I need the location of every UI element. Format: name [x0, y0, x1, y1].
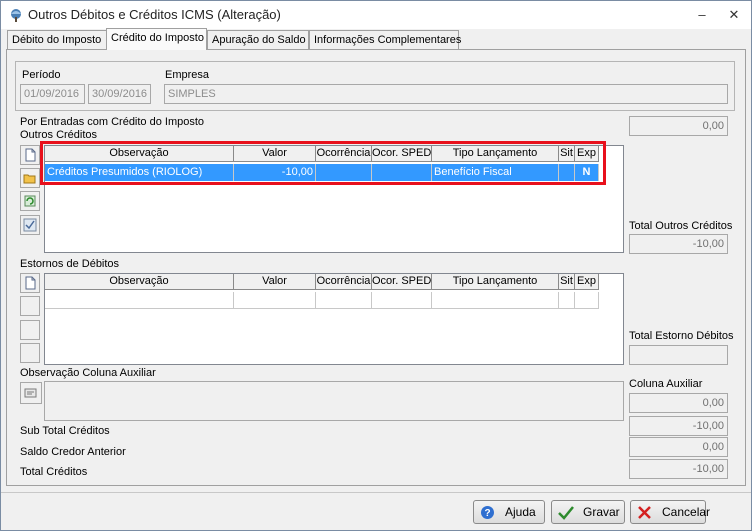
periodo-label: Período — [22, 69, 61, 81]
app-icon — [8, 7, 24, 23]
total-estorno-debitos-value — [629, 345, 728, 365]
red-highlight-box — [40, 141, 606, 185]
total-creditos-label: Total Créditos — [20, 466, 88, 478]
empty-cell[interactable] — [316, 292, 372, 309]
empresa-field[interactable]: SIMPLES — [164, 84, 728, 104]
new-document-icon — [25, 148, 36, 162]
sub-total-value: -10,00 — [629, 416, 728, 436]
ajuda-button[interactable]: ? Ajuda — [473, 500, 545, 524]
empresa-label: Empresa — [165, 69, 210, 81]
tab-credito-imposto[interactable]: Crédito do Imposto — [106, 28, 207, 50]
total-estorno-debitos-label: Total Estorno Débitos — [629, 330, 734, 342]
periodo-fim-field[interactable]: 30/09/2016 — [88, 84, 151, 104]
estorno-confirm-button[interactable] — [20, 343, 40, 363]
help-icon: ? — [480, 505, 495, 527]
col-header-ocor-sped[interactable]: Ocor. SPED — [372, 274, 432, 290]
por-entradas-value: 0,00 — [629, 116, 728, 136]
sub-total-label: Sub Total Créditos — [20, 425, 110, 437]
checkbox-icon — [23, 218, 37, 232]
folder-icon — [23, 174, 36, 184]
estorno-new-button[interactable] — [20, 273, 40, 293]
empty-cell[interactable] — [372, 292, 432, 309]
empty-cell[interactable] — [432, 292, 559, 309]
coluna-aux-value: 0,00 — [629, 393, 728, 413]
new-document-icon — [25, 276, 36, 290]
empty-cell[interactable] — [234, 292, 316, 309]
empty-cell[interactable] — [575, 292, 599, 309]
col-header-observacao[interactable]: Observação — [45, 274, 234, 290]
empty-cell[interactable] — [45, 292, 234, 309]
refresh-record-button[interactable] — [20, 191, 40, 211]
col-header-tipo-lancamento[interactable]: Tipo Lançamento — [432, 274, 559, 290]
periodo-inicio-field[interactable]: 01/09/2016 — [20, 84, 85, 104]
col-header-ocorrencia[interactable]: Ocorrência — [316, 274, 372, 290]
col-header-exp[interactable]: Exp — [575, 274, 599, 290]
total-outros-creditos-value: -10,00 — [629, 234, 728, 254]
col-header-valor[interactable]: Valor — [234, 274, 316, 290]
svg-text:?: ? — [484, 508, 490, 519]
total-outros-creditos-label: Total Outros Créditos — [629, 220, 733, 232]
title-bar: Outros Débitos e Créditos ICMS (Alteraçã… — [1, 1, 751, 29]
gravar-label: Gravar — [583, 505, 620, 519]
cancelar-label: Cancelar — [662, 505, 711, 519]
estornos-label: Estornos de Débitos — [20, 258, 120, 270]
por-entradas-label: Por Entradas com Crédito do Imposto — [20, 116, 205, 128]
tab-debito-imposto[interactable]: Débito do Imposto — [7, 30, 107, 49]
confirm-record-button[interactable] — [20, 215, 40, 235]
coluna-aux-label: Coluna Auxiliar — [629, 378, 703, 390]
obs-aux-label: Observação Coluna Auxiliar — [20, 367, 156, 379]
tab-informacoes-complementares[interactable]: Informações Complementares — [309, 30, 461, 49]
col-header-sit[interactable]: Sit — [559, 274, 575, 290]
obs-aux-edit-button[interactable] — [20, 382, 42, 404]
ajuda-label: Ajuda — [505, 505, 536, 519]
gravar-button[interactable]: Gravar — [551, 500, 625, 524]
saldo-credor-label: Saldo Credor Anterior — [20, 446, 126, 458]
total-creditos-value: -10,00 — [629, 459, 728, 479]
estornos-grid[interactable]: Observação Valor Ocorrência Ocor. SPED T… — [44, 273, 624, 365]
cancelar-button[interactable]: Cancelar — [630, 500, 710, 527]
cancel-x-icon — [637, 505, 652, 527]
open-record-button[interactable] — [20, 168, 40, 188]
estorno-refresh-button[interactable] — [20, 320, 40, 340]
checkmark-icon — [558, 505, 574, 527]
dialog-window: Outros Débitos e Créditos ICMS (Alteraçã… — [0, 0, 752, 531]
outros-creditos-label: Outros Créditos — [20, 129, 98, 141]
close-button[interactable]: ✕ — [721, 5, 747, 25]
tab-apuracao-saldo[interactable]: Apuração do Saldo — [207, 30, 309, 49]
saldo-credor-value: 0,00 — [629, 437, 728, 457]
edit-note-icon — [24, 388, 37, 398]
footer-separator — [1, 492, 751, 493]
minimize-button[interactable]: – — [689, 5, 715, 25]
estorno-open-button[interactable] — [20, 296, 40, 316]
new-record-button[interactable] — [20, 145, 40, 165]
refresh-icon — [24, 195, 36, 207]
obs-aux-field[interactable] — [44, 381, 624, 421]
empty-cell[interactable] — [559, 292, 575, 309]
window-title: Outros Débitos e Créditos ICMS (Alteraçã… — [28, 7, 281, 22]
